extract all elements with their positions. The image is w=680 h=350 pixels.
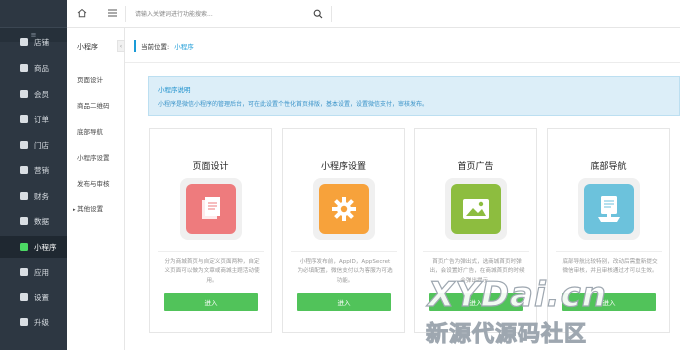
- top-bar: 请输入关键词进行功能搜索...: [67, 0, 680, 28]
- finance-icon: [20, 192, 28, 200]
- enter-button[interactable]: 进入: [164, 293, 258, 311]
- feature-card-icon-frame: [313, 178, 375, 240]
- divider: [423, 251, 529, 252]
- feature-card-title: 小程序设置: [320, 162, 366, 172]
- secondary-sidebar-collapse-button[interactable]: ‹: [117, 40, 125, 52]
- sidebar-item[interactable]: 门店: [0, 134, 67, 156]
- sidebar-item[interactable]: 商品: [0, 57, 67, 79]
- secondary-sidebar-item-label: 页面设计: [77, 76, 103, 84]
- miniprogram-icon: [20, 243, 28, 251]
- search-icon[interactable]: [313, 9, 323, 19]
- feature-card-title: 页面设计: [192, 162, 229, 172]
- info-notice-title: 小程序说明: [158, 86, 191, 94]
- sidebar-item-label: 订单: [34, 114, 49, 124]
- menu-icon[interactable]: [108, 9, 117, 17]
- feature-card-icon-frame: [180, 178, 242, 240]
- sidebar-item[interactable]: 营销: [0, 159, 67, 181]
- divider: [331, 6, 332, 22]
- sidebar-item-label: 数据: [34, 216, 49, 226]
- breadcrumb-current[interactable]: 小程序: [174, 41, 194, 51]
- sidebar-item[interactable]: 升级: [0, 311, 67, 333]
- data-icon: [20, 217, 28, 225]
- feature-card-icon-frame: [578, 178, 640, 240]
- sidebar-item-label: 小程序: [34, 242, 57, 252]
- member-icon: [20, 90, 28, 98]
- bottom-nav-icon: [584, 184, 634, 234]
- marketing-icon: [20, 166, 28, 174]
- secondary-sidebar-item[interactable]: 页面设计: [77, 74, 103, 84]
- feature-card-description: 小程序发布前，AppID，AppSecret为必填配置，微信支付以为客服为可选功…: [297, 259, 393, 284]
- secondary-sidebar-item-label: 小程序设置: [77, 154, 110, 162]
- feature-card: 页面设计分为商城首页与自定义页面两种，自定义页面可以做为文章或商城主题活动使用。…: [149, 128, 272, 333]
- upgrade-icon: [20, 318, 28, 326]
- sidebar-item[interactable]: 店铺: [0, 31, 67, 53]
- sidebar-item[interactable]: 会员: [0, 83, 67, 105]
- secondary-sidebar-item-label: 底部导航: [77, 128, 103, 136]
- apps-icon: [20, 268, 28, 276]
- secondary-sidebar-item[interactable]: ▸ 其他设置: [73, 203, 103, 213]
- shop-icon: [20, 141, 28, 149]
- sidebar-item[interactable]: 财务: [0, 185, 67, 207]
- divider: [158, 251, 264, 252]
- sidebar-item-label: 营销: [34, 165, 49, 175]
- sidebar-item-label: 应用: [34, 267, 49, 277]
- goods-icon: [20, 64, 28, 72]
- secondary-sidebar-item-label: 其他设置: [77, 205, 104, 213]
- main-sidebar: ≡ 店铺 商品 会员 订单 门店 营销 财务 数据 小程序 应用 设置 升级: [0, 0, 67, 350]
- sidebar-item-label: 升级: [34, 317, 49, 327]
- divider: [125, 62, 680, 63]
- order-icon: [20, 115, 28, 123]
- settings-icon: [20, 293, 28, 301]
- watermark-logo: XYDai.cn: [427, 274, 607, 315]
- sidebar-item-label: 店铺: [34, 37, 49, 47]
- secondary-sidebar: 小程序 页面设计商品二维码底部导航小程序设置发布与审核 ▸ 其他设置: [67, 0, 125, 350]
- divider: [291, 251, 397, 252]
- sidebar-logo-area: [0, 0, 67, 28]
- sidebar-item[interactable]: 订单: [0, 108, 67, 130]
- feature-card-title: 底部导航: [590, 162, 627, 172]
- enter-button[interactable]: 进入: [297, 293, 391, 311]
- sidebar-item-label: 财务: [34, 191, 49, 201]
- sidebar-item-label: 会员: [34, 89, 49, 99]
- secondary-sidebar-item-label: 商品二维码: [77, 102, 110, 110]
- feature-card-icon-frame: [445, 178, 507, 240]
- watermark-logo: 新源代源码社区: [425, 322, 588, 348]
- divider: [556, 251, 662, 252]
- sidebar-item-label: 门店: [34, 140, 49, 150]
- breadcrumb: 当前位置: 小程序: [134, 40, 194, 52]
- sidebar-item-label: 商品: [34, 63, 49, 73]
- feature-card-description: 底部导航比较特别，改动后需重新提交微信审核，并且审核通过才可以生效。: [562, 259, 658, 275]
- sidebar-item[interactable]: 应用: [0, 261, 67, 283]
- secondary-sidebar-title: 小程序: [77, 43, 98, 51]
- breadcrumb-label: 当前位置:: [141, 43, 170, 51]
- feature-card-title: 首页广告: [457, 162, 494, 172]
- feature-card: 小程序设置小程序发布前，AppID，AppSecret为必填配置，微信支付以为客…: [282, 128, 405, 333]
- search-input[interactable]: 请输入关键词进行功能搜索...: [135, 9, 213, 18]
- home-icon[interactable]: [77, 8, 87, 18]
- sidebar-item-label: 设置: [34, 292, 49, 302]
- info-notice: 小程序说明 小程序是微信小程序的管理后台，可在此设置个性化首页排版，基本设置，设…: [148, 76, 680, 116]
- settings-gear-icon: [319, 184, 369, 234]
- secondary-sidebar-item-label: 发布与审核: [77, 180, 110, 188]
- divider: [125, 6, 126, 22]
- sidebar-item[interactable]: 设置: [0, 286, 67, 308]
- secondary-sidebar-item[interactable]: 商品二维码: [77, 100, 110, 110]
- secondary-sidebar-item[interactable]: 发布与审核: [77, 178, 110, 188]
- secondary-sidebar-item[interactable]: 底部导航: [77, 126, 103, 136]
- info-notice-text: 小程序是微信小程序的管理后台，可在此设置个性化首页排版，基本设置，设置微信支付，…: [158, 101, 429, 108]
- secondary-sidebar-item[interactable]: 小程序设置: [77, 152, 110, 162]
- sidebar-item[interactable]: 小程序: [0, 236, 67, 258]
- store-icon: [20, 38, 28, 46]
- feature-card-description: 分为商城首页与自定义页面两种，自定义页面可以做为文章或商城主题活动使用。: [164, 259, 260, 284]
- ad-image-icon: [451, 184, 501, 234]
- page-design-icon: [186, 184, 236, 234]
- sidebar-item[interactable]: 数据: [0, 210, 67, 232]
